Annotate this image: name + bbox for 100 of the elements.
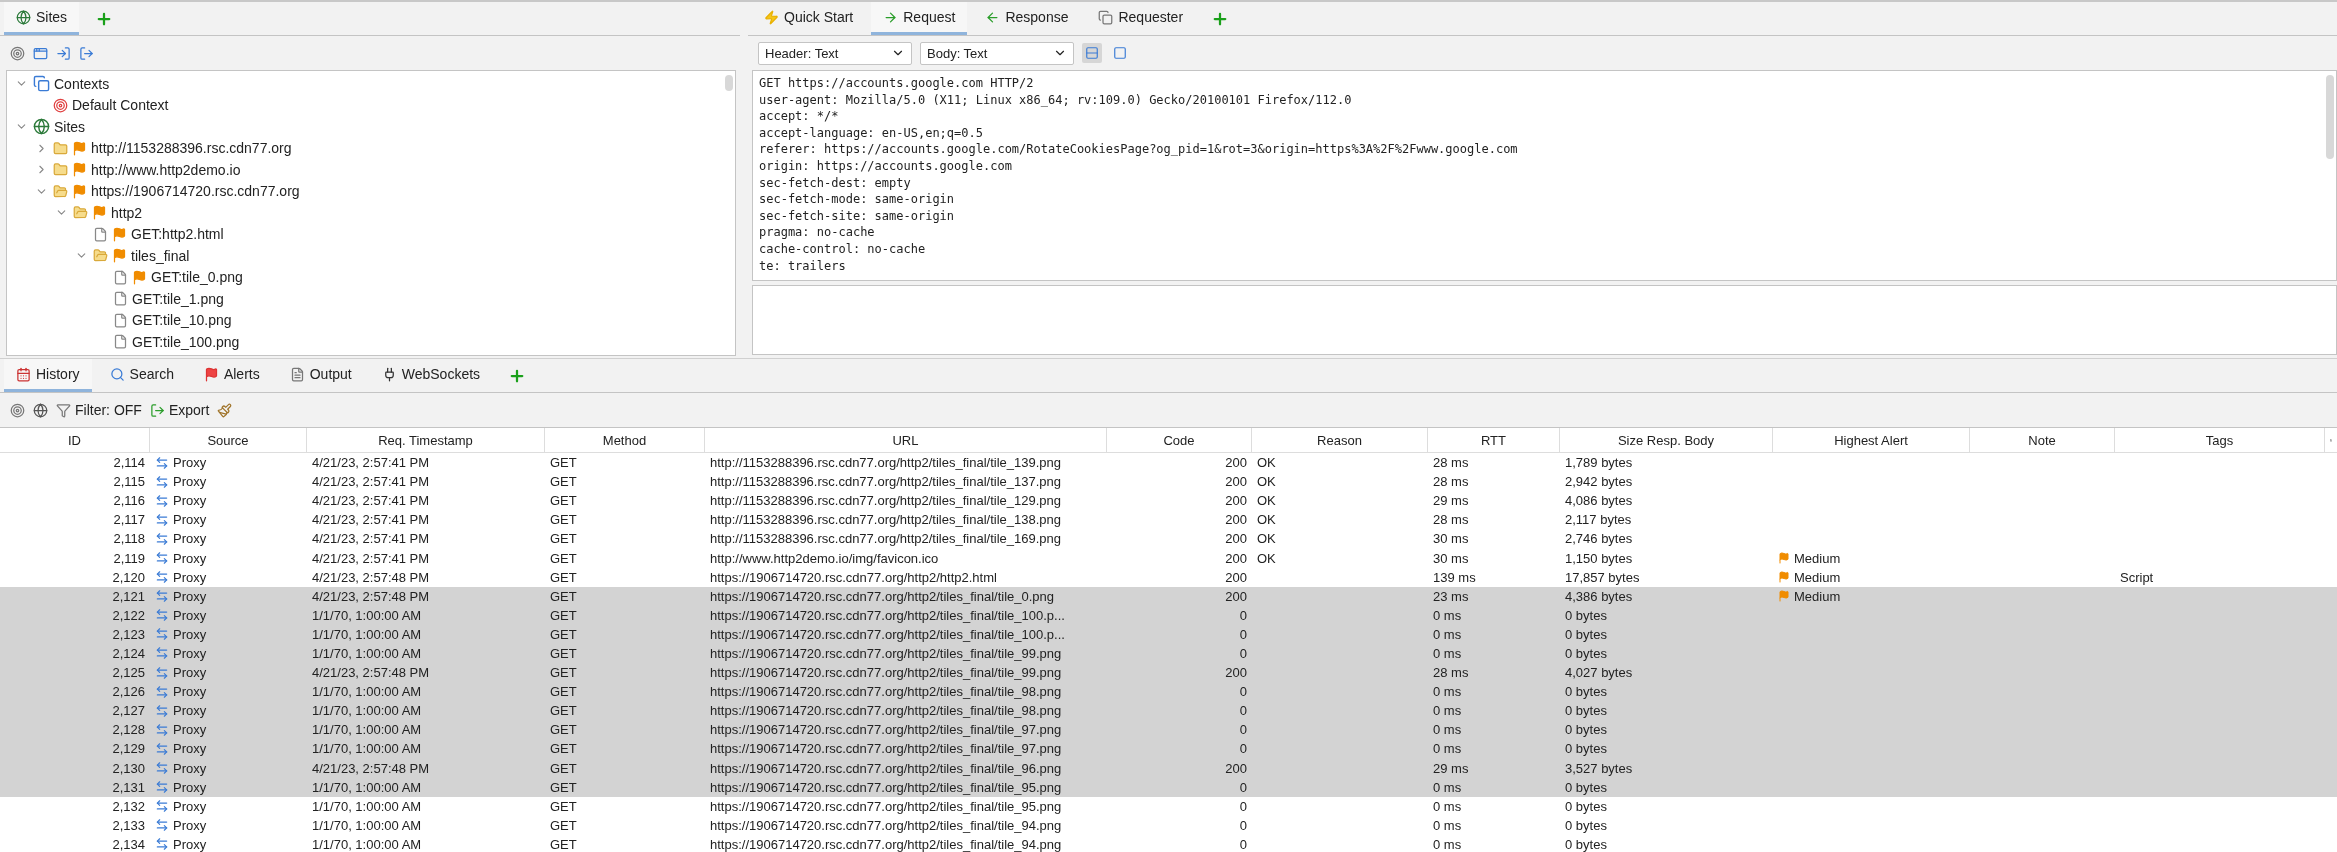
table-cell: 0 bytes <box>1565 722 1607 738</box>
table-cell: https://1906714720.rsc.cdn77.org/http2/tiles_final/tile_94.png <box>710 817 1062 833</box>
table-row[interactable]: 2,128 Proxy 1/1/70, 1:00:00 AM GET https://1906714720.rsc.cdn77.org/http2/tiles_final/tile_97.png 0 0 ms 0 bytes <box>0 720 2337 740</box>
table-row[interactable]: 2,131 Proxy 1/1/70, 1:00:00 AM GET https://1906714720.rsc.cdn77.org/http2/tiles_final/tile_95.png 0 0 ms 0 bytes <box>0 777 2337 797</box>
new-context-icon[interactable] <box>33 45 48 61</box>
two-way-arrow-icon <box>155 455 169 470</box>
two-way-arrow-icon <box>155 589 169 604</box>
column-header[interactable]: Method <box>545 428 705 452</box>
tree-item[interactable]: http2 <box>111 204 143 221</box>
tab[interactable]: Requester <box>1086 2 1196 35</box>
column-header[interactable]: URL <box>705 428 1107 452</box>
broom-icon[interactable] <box>217 402 233 418</box>
tab[interactable]: Quick Start <box>752 2 866 35</box>
column-header[interactable]: Note <box>1970 428 2115 452</box>
tree-item[interactable]: Sites <box>54 118 86 135</box>
table-cell: 4,086 bytes <box>1565 493 1633 509</box>
table-cell: 28 ms <box>1433 474 1469 490</box>
table-cell: 2,132 <box>112 798 145 814</box>
tree-item[interactable]: GET:tile_100.png <box>132 333 240 350</box>
two-way-arrow-icon <box>155 761 169 776</box>
table-row[interactable]: 2,125 Proxy 4/21/23, 2:57:48 PM GET https://1906714720.rsc.cdn77.org/http2/tiles_final/tile_99.png 200 28 ms 4,027 bytes <box>0 663 2337 683</box>
tab[interactable]: Search <box>97 359 186 392</box>
table-cell: 1/1/70, 1:00:00 AM <box>312 779 422 795</box>
table-cell: GET <box>550 588 577 604</box>
tree-item[interactable]: tiles_final <box>131 247 190 264</box>
tree-item[interactable]: Default Context <box>72 97 169 114</box>
tree-item[interactable]: https://1906714720.rsc.cdn77.org <box>91 183 300 200</box>
table-cell: Proxy <box>173 684 207 700</box>
table-cell: https://1906714720.rsc.cdn77.org/http2/tiles_final/tile_100.p... <box>710 607 1065 623</box>
request-header-editor[interactable] <box>752 70 2337 281</box>
globe-icon[interactable] <box>33 402 48 418</box>
table-cell: https://1906714720.rsc.cdn77.org/http2/tiles_final/tile_98.png <box>710 703 1062 719</box>
table-row[interactable]: 2,123 Proxy 1/1/70, 1:00:00 AM GET https://1906714720.rsc.cdn77.org/http2/tiles_final/tile_100.p... 0 0 ms 0 bytes <box>0 624 2337 644</box>
tree-item[interactable]: GET:tile_10.png <box>132 312 232 329</box>
body-format-select[interactable]: Body: Text <box>920 41 1074 65</box>
header-line: accept-language: en-US,en;q=0.5 <box>759 124 984 142</box>
table-row[interactable]: 2,121 Proxy 4/21/23, 2:57:48 PM GET https://1906714720.rsc.cdn77.org/http2/tiles_final/tile_0.png 200 23 ms 4,386 bytes Medium <box>0 586 2337 606</box>
table-cell: GET <box>550 531 577 547</box>
tree-item[interactable]: GET:tile_0.png <box>151 269 243 286</box>
tree-item[interactable]: http://www.http2demo.io <box>91 161 241 178</box>
export-icon[interactable] <box>79 45 94 61</box>
layout-toggle[interactable] <box>1082 43 1102 63</box>
column-header[interactable]: ID <box>0 428 150 452</box>
windows-icon <box>1098 9 1114 25</box>
column-header[interactable]: Reason <box>1252 428 1428 452</box>
table-cell: 0 bytes <box>1565 836 1607 852</box>
tab[interactable]: Response <box>973 2 1081 35</box>
header-format-select[interactable]: Header: Text <box>758 41 912 65</box>
table-cell: OK <box>1257 512 1276 528</box>
tab[interactable]: Alerts <box>191 359 272 392</box>
tab[interactable]: WebSockets <box>369 359 493 392</box>
table-cell: 4/21/23, 2:57:48 PM <box>312 569 430 585</box>
filter-button[interactable]: Filter: OFF <box>56 402 142 418</box>
table-cell: 0 ms <box>1433 817 1462 833</box>
table-cell: Proxy <box>173 760 207 776</box>
table-row[interactable]: 2,129 Proxy 1/1/70, 1:00:00 AM GET https://1906714720.rsc.cdn77.org/http2/tiles_final/tile_97.png 0 0 ms 0 bytes <box>0 739 2337 759</box>
target-icon[interactable] <box>10 45 25 61</box>
table-cell: 1/1/70, 1:00:00 AM <box>312 703 422 719</box>
table-cell: Proxy <box>173 588 207 604</box>
table-row[interactable]: 2,130 Proxy 4/21/23, 2:57:48 PM GET https://1906714720.rsc.cdn77.org/http2/tiles_final/tile_96.png 200 29 ms 3,527 bytes <box>0 758 2337 778</box>
target-icon[interactable] <box>10 402 25 418</box>
column-header[interactable]: Highest Alert <box>1773 428 1970 452</box>
column-header[interactable]: Tags <box>2115 428 2325 452</box>
table-row[interactable]: 2,126 Proxy 1/1/70, 1:00:00 AM GET https://1906714720.rsc.cdn77.org/http2/tiles_final/tile_98.png 0 0 ms 0 bytes <box>0 682 2337 702</box>
table-cell: http://www.http2demo.io/img/favicon.ico <box>710 550 939 566</box>
table-cell: 4/21/23, 2:57:48 PM <box>312 760 430 776</box>
tree-item[interactable]: http://1153288396.rsc.cdn77.org <box>91 140 292 157</box>
scroll-thumb[interactable] <box>725 75 733 91</box>
table-cell: https://1906714720.rsc.cdn77.org/http2/tiles_final/tile_94.png <box>710 836 1062 852</box>
document-icon <box>93 226 108 242</box>
column-header[interactable]: Size Resp. Body <box>1560 428 1773 452</box>
table-row[interactable]: 2,127 Proxy 1/1/70, 1:00:00 AM GET https://1906714720.rsc.cdn77.org/http2/tiles_final/tile_98.png 0 0 ms 0 bytes <box>0 701 2337 721</box>
table-cell: 0 <box>1239 722 1247 738</box>
table-row[interactable]: 2,122 Proxy 1/1/70, 1:00:00 AM GET https://1906714720.rsc.cdn77.org/http2/tiles_final/tile_100.p... 0 0 ms 0 bytes <box>0 605 2337 625</box>
tab[interactable]: Request <box>871 2 968 35</box>
tab[interactable]: Output <box>277 359 364 392</box>
table-cell: 30 ms <box>1433 550 1469 566</box>
column-header[interactable]: Code <box>1107 428 1252 452</box>
scroll-thumb[interactable] <box>2326 75 2334 159</box>
table-cell: 1/1/70, 1:00:00 AM <box>312 817 422 833</box>
tree-item[interactable]: Contexts <box>54 75 110 92</box>
request-body-editor[interactable] <box>752 285 2337 355</box>
tree-item[interactable]: GET:tile_1.png <box>132 290 224 307</box>
column-header[interactable]: Req. Timestamp <box>307 428 545 452</box>
header-line: pragma: no-cache <box>759 224 876 241</box>
table-cell: https://1906714720.rsc.cdn77.org/http2/tiles_final/tile_99.png <box>710 646 1062 661</box>
table-cell: 1,789 bytes <box>1565 455 1633 471</box>
tree-item[interactable]: GET:http2.html <box>131 226 224 243</box>
column-header[interactable]: RTT <box>1428 428 1560 452</box>
tab[interactable]: History <box>4 359 92 392</box>
table-row[interactable]: 2,124 Proxy 1/1/70, 1:00:00 AM GET https://1906714720.rsc.cdn77.org/http2/tiles_final/tile_99.png 0 0 ms 0 bytes <box>0 643 2337 664</box>
table-cell: 0 ms <box>1433 836 1462 852</box>
import-icon[interactable] <box>56 45 71 61</box>
export-button[interactable]: Export <box>149 402 210 418</box>
table-cell: GET <box>550 722 577 738</box>
tab[interactable]: Sites <box>4 2 80 35</box>
table-cell: 2,126 <box>112 684 145 700</box>
table-cell: OK <box>1257 550 1276 566</box>
column-header[interactable]: Source <box>150 428 307 452</box>
table-cell: 0 <box>1239 741 1247 757</box>
